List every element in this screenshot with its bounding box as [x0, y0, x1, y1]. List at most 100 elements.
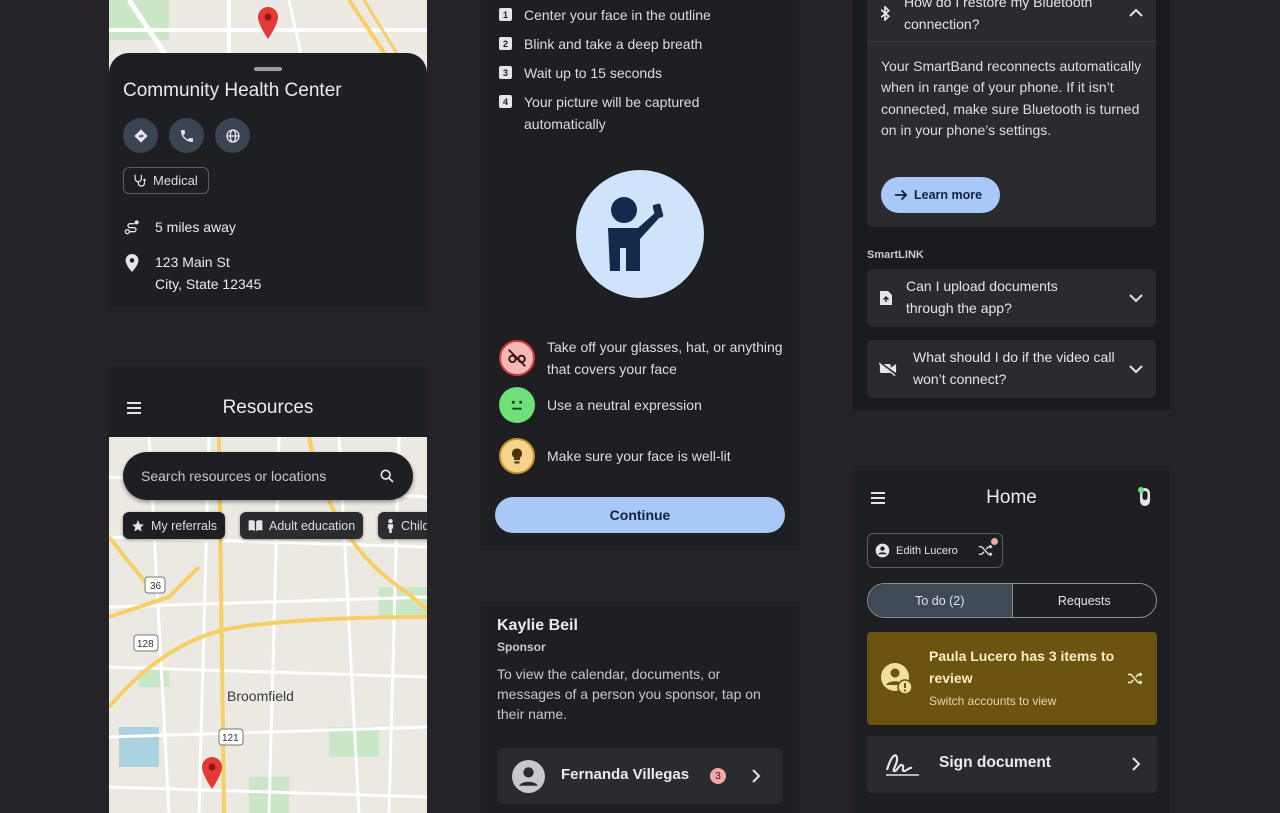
location-pin-icon[interactable] — [202, 757, 222, 789]
alert-title: Paula Lucero has 3 items to review — [929, 648, 1115, 686]
search-bar[interactable]: Search resources or locations — [123, 452, 413, 500]
faq-item-video[interactable]: What should I do if the video call won’t… — [867, 340, 1156, 398]
review-alert-banner[interactable]: Paula Lucero has 3 items to review Switc… — [867, 632, 1157, 725]
sign-document-label: Sign document — [939, 754, 1051, 771]
step-item: 2 Blink and take a deep breath — [499, 33, 702, 55]
home-card: Home Edith Lucero To do (2) Requests Pau… — [853, 470, 1170, 813]
category-chip[interactable]: Medical — [123, 167, 209, 194]
shuffle-icon — [1127, 672, 1143, 685]
chevron-up-icon[interactable] — [1129, 8, 1143, 17]
directions-icon — [133, 128, 148, 143]
search-placeholder: Search resources or locations — [141, 468, 327, 484]
stethoscope-icon — [134, 174, 146, 187]
faq-item-upload[interactable]: Can I upload documents through the app? — [867, 269, 1156, 327]
step-item: 3 Wait up to 15 seconds — [499, 62, 662, 84]
globe-icon — [225, 128, 240, 143]
distance-text: 5 miles away — [155, 219, 236, 235]
route-36-label: 36 — [150, 581, 162, 592]
route-128-label: 128 — [137, 639, 154, 650]
chip-label: My referrals — [151, 518, 217, 533]
signature-icon — [885, 754, 919, 776]
account-switcher-chip[interactable]: Edith Lucero — [867, 533, 1003, 568]
tab-requests[interactable]: Requests — [1013, 584, 1157, 617]
tip-item: Take off your glasses, hat, or anything … — [499, 336, 789, 380]
chip-adult-education[interactable]: Adult education — [240, 512, 364, 539]
sign-document-row[interactable]: Sign document — [867, 736, 1157, 793]
account-warning-icon — [881, 663, 913, 695]
sponsored-person-name: Fernanda Villegas — [561, 766, 690, 783]
directions-button[interactable] — [123, 118, 158, 153]
step-text: Blink and take a deep breath — [524, 36, 703, 52]
face-capture-card: 1 Center your face in the outline 2 Blin… — [481, 0, 799, 546]
tip-text: Use a neutral expression — [547, 397, 702, 413]
resources-header: Resources — [109, 367, 427, 437]
step-text: Your picture will be captured automatica… — [524, 94, 700, 132]
selfie-illustration — [576, 170, 704, 298]
tip-text: Take off your glasses, hat, or anything … — [547, 339, 783, 377]
faq-expanded-header[interactable]: How do I restore my Bluetooth connection… — [867, 0, 1156, 42]
chip-child[interactable]: Child — [378, 512, 427, 539]
step-number: 2 — [499, 37, 512, 50]
location-icon — [125, 254, 139, 272]
route-icon — [124, 220, 139, 235]
smartband-icon[interactable] — [1137, 486, 1153, 508]
address-line2: City, State 12345 — [155, 276, 262, 292]
phone-icon — [180, 129, 193, 142]
faq-question: Can I upload documents through the app? — [906, 278, 1058, 316]
tip-item: Make sure your face is well-lit — [499, 438, 731, 474]
map-city-label: Broomfield — [227, 688, 294, 704]
faq-question: What should I do if the video call won’t… — [913, 349, 1115, 387]
account-name: Edith Lucero — [896, 544, 958, 557]
arrow-right-icon — [895, 189, 908, 201]
drag-handle[interactable] — [254, 67, 282, 71]
distance-row: 5 miles away — [123, 216, 236, 238]
sponsor-card: Kaylie Beil Sponsor To view the calendar… — [481, 606, 799, 813]
video-off-icon — [879, 361, 897, 376]
route-121-label: 121 — [222, 733, 239, 744]
notification-dot — [991, 538, 998, 545]
account-icon — [875, 543, 890, 558]
faq-answer: Your SmartBand reconnects automatically … — [881, 58, 1142, 139]
faq-expanded-item: How do I restore my Bluetooth connection… — [867, 0, 1156, 227]
neutral-face-icon — [499, 387, 535, 423]
website-button[interactable] — [215, 118, 250, 153]
continue-button[interactable]: Continue — [495, 497, 785, 533]
chevron-right-icon — [752, 769, 761, 783]
tab-todo[interactable]: To do (2) — [868, 584, 1013, 617]
no-glasses-icon — [499, 340, 535, 376]
address-line1: 123 Main St — [155, 254, 230, 270]
step-item: 4 Your picture will be captured automati… — [499, 91, 749, 135]
bluetooth-icon — [880, 6, 890, 21]
notification-badge: 3 — [710, 768, 726, 784]
alert-subtitle: Switch accounts to view — [929, 694, 1057, 708]
child-icon — [387, 518, 394, 533]
sponsor-description: To view the calendar, documents, or mess… — [497, 666, 761, 722]
page-title: Resources — [222, 397, 314, 418]
learn-more-label: Learn more — [914, 188, 983, 202]
category-chip-label: Medical — [153, 173, 198, 188]
faq-section-label: SmartLINK — [867, 249, 924, 261]
step-number: 3 — [499, 66, 512, 79]
todo-requests-segmented-control: To do (2) Requests — [867, 583, 1157, 618]
chevron-right-icon — [1132, 757, 1141, 771]
selfie-person-icon — [608, 197, 664, 271]
chip-label: Adult education — [269, 518, 356, 533]
chip-my-referrals[interactable]: My referrals — [123, 512, 225, 539]
call-button[interactable] — [169, 118, 204, 153]
sponsor-role: Sponsor — [497, 640, 546, 654]
address-row: 123 Main St City, State 12345 — [123, 251, 261, 295]
learn-more-button[interactable]: Learn more — [881, 177, 1000, 213]
page-title: Home — [986, 487, 1037, 508]
resources-card: Broomfield 36 128 121 Resources Search r… — [109, 367, 427, 813]
step-item: 1 Center your face in the outline — [499, 4, 711, 26]
avatar-icon — [512, 760, 545, 793]
search-icon[interactable] — [379, 468, 395, 484]
sponsor-name: Kaylie Beil — [497, 617, 578, 634]
faq-question: How do I restore my Bluetooth connection… — [904, 0, 1093, 32]
tip-item: Use a neutral expression — [499, 387, 702, 423]
chip-label: Child — [401, 518, 427, 533]
location-pin-icon[interactable] — [258, 7, 278, 39]
chevron-down-icon — [1129, 365, 1143, 374]
faq-card: How do I restore my Bluetooth connection… — [853, 0, 1170, 410]
sponsored-person-row[interactable]: Fernanda Villegas 3 — [497, 748, 783, 804]
